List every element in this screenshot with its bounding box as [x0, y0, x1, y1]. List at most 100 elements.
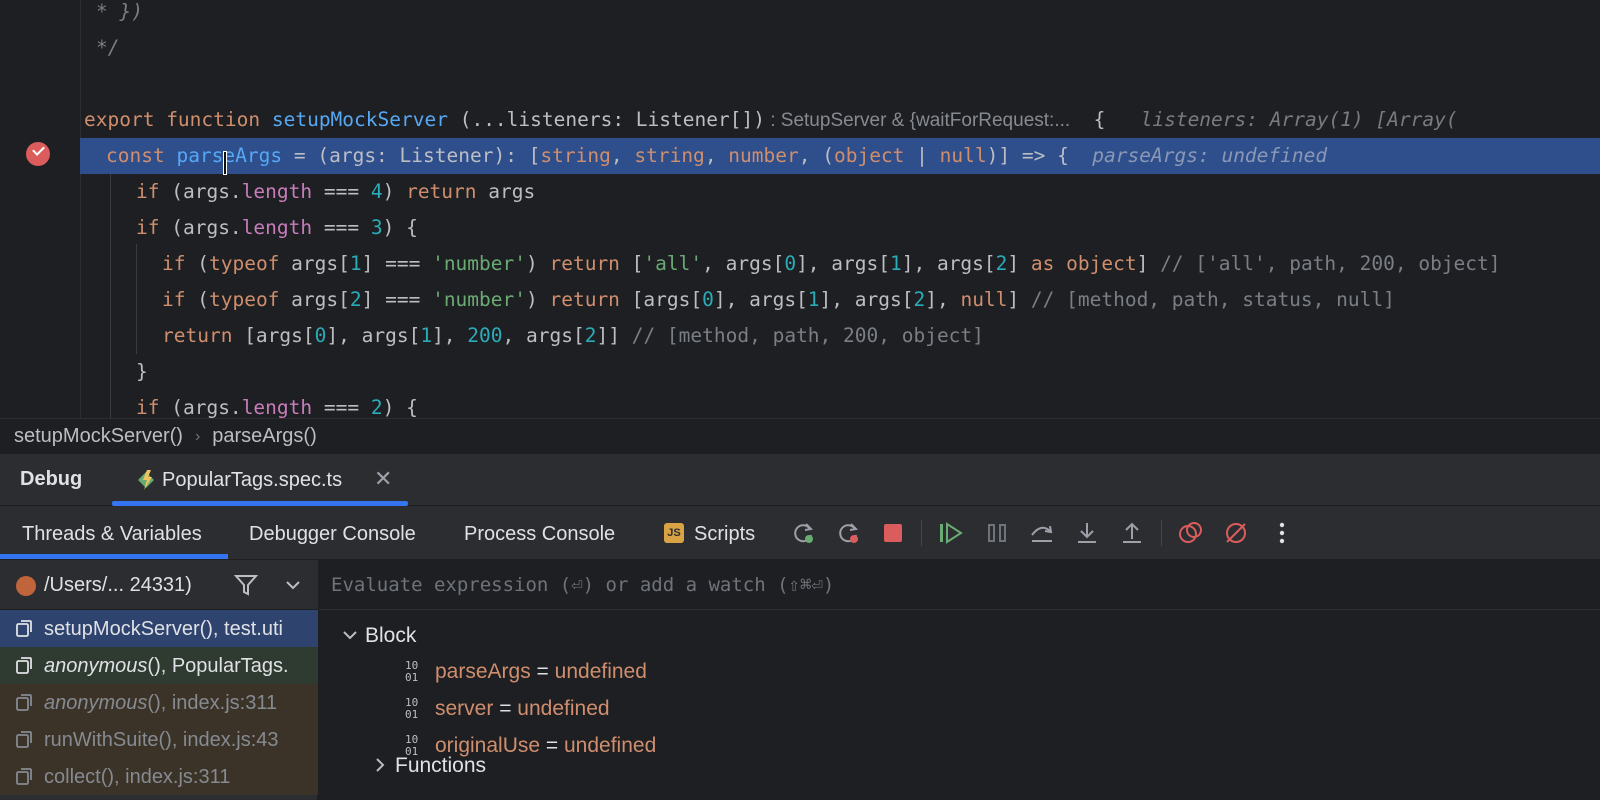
code-line[interactable]: return [args[0], args[1], 200, args[2]] …: [0, 318, 1600, 354]
rerun-failed-icon[interactable]: [834, 519, 862, 547]
run-config-tab[interactable]: PopularTags.spec.ts ✕: [112, 454, 408, 506]
code-line-current[interactable]: const parseArgs = (args: Listener): [str…: [80, 138, 1600, 174]
thread-status-icon: [16, 576, 36, 596]
code-token: */: [96, 36, 120, 59]
stack-frame[interactable]: collect(), index.js:311: [0, 758, 318, 795]
breadcrumb-item-parseargs[interactable]: parseArgs(): [212, 425, 316, 448]
tab-debugger-console[interactable]: Debugger Console: [249, 523, 416, 546]
evaluate-expression-field[interactable]: Evaluate expression (⏎) or add a watch (…: [319, 560, 1600, 610]
step-into-icon[interactable]: [1073, 519, 1101, 547]
tab-process-console[interactable]: Process Console: [464, 523, 615, 546]
code-token: ===: [312, 396, 371, 418]
chevron-down-icon[interactable]: [341, 626, 359, 644]
code-token: (args.: [171, 216, 242, 239]
code-editor[interactable]: * }) */ export function setupMockServer (.…: [0, 0, 1600, 418]
variable-row[interactable]: 10 01 originalUse = undefined: [405, 728, 1005, 765]
run-tab-label: PopularTags.spec.ts: [162, 469, 343, 491]
chevron-down-icon[interactable]: [284, 576, 302, 594]
variable-name: server: [435, 697, 494, 720]
code-token: ] ===: [361, 288, 433, 311]
code-text: }: [136, 354, 148, 390]
tab-scripts[interactable]: Scripts: [694, 523, 755, 546]
code-line[interactable]: }: [0, 354, 1600, 390]
step-over-icon[interactable]: [1028, 519, 1056, 547]
step-out-icon[interactable]: [1118, 519, 1146, 547]
breakpoint-icon[interactable]: [26, 142, 50, 166]
filter-icon[interactable]: [234, 573, 258, 597]
code-token: args: [488, 180, 536, 203]
code-text: if (args.length === 4) return args: [136, 174, 535, 210]
variable-text: server = undefined: [435, 697, 610, 721]
code-line[interactable]: if (args.length === 4) return args: [0, 174, 1600, 210]
stack-frame-label: anonymous(), index.js:311: [44, 692, 277, 715]
code-line[interactable]: if (args.length === 2) {: [0, 390, 1600, 418]
rerun-debug-icon[interactable]: [789, 519, 817, 547]
code-token: // [method, path, status, null]: [1030, 288, 1395, 311]
active-tab-indicator: [0, 554, 228, 559]
code-token: , args[: [502, 324, 585, 347]
stack-frame[interactable]: runWithSuite(), index.js:43: [0, 721, 318, 758]
code-token: ] ===: [361, 252, 433, 275]
thread-selector[interactable]: /Users/... 24331): [0, 560, 318, 610]
code-token: if: [136, 396, 172, 418]
stack-frame[interactable]: anonymous(), index.js:311: [0, 684, 318, 721]
code-line[interactable]: if (typeof args[2] === 'number') return …: [0, 282, 1600, 318]
more-options-icon[interactable]: [1268, 519, 1296, 547]
variable-row[interactable]: 10 01 parseArgs = undefined: [405, 654, 1005, 691]
code-token: ): [382, 180, 407, 203]
code-line[interactable]: [0, 66, 1600, 102]
code-text: return [args[0], args[1], 200, args[2]] …: [162, 318, 984, 354]
debug-toolbar: Threads & Variables Debugger Console Pro…: [0, 506, 1600, 560]
variable-row[interactable]: 10 01 server = undefined: [405, 691, 1005, 728]
stop-icon[interactable]: [879, 519, 907, 547]
frame-icon: [16, 620, 32, 637]
code-token: (: [197, 252, 209, 275]
code-token: * }): [96, 0, 143, 23]
code-token: 0: [702, 288, 714, 311]
code-line[interactable]: if (args.length === 3) {: [0, 210, 1600, 246]
pause-icon[interactable]: [983, 519, 1011, 547]
close-icon[interactable]: ✕: [374, 466, 392, 492]
code-token: null: [939, 144, 987, 167]
code-text: if (args.length === 2) {: [136, 390, 418, 418]
code-token: 2: [913, 288, 926, 311]
primitive-value-icon: 10 01: [405, 696, 419, 721]
frame-function-name: anonymous: [44, 692, 148, 714]
mute-breakpoints-icon[interactable]: [1222, 519, 1250, 547]
stack-frame-label: setupMockServer(), test.uti: [44, 618, 283, 641]
code-token: , args[: [702, 252, 785, 275]
code-token: ], args[: [901, 252, 996, 275]
view-breakpoints-icon[interactable]: [1177, 519, 1205, 547]
code-token: }: [136, 360, 148, 383]
debug-title: Debug: [20, 468, 83, 490]
frame-location: setupMockServer(), test.uti: [44, 618, 283, 640]
stack-frame[interactable]: setupMockServer(), test.uti: [0, 610, 318, 647]
code-token: if: [162, 288, 198, 311]
code-line[interactable]: export function setupMockServer (...list…: [0, 102, 1600, 138]
code-token: 200: [467, 324, 503, 347]
code-line[interactable]: */: [0, 30, 1600, 66]
frame-icon: [16, 694, 32, 711]
stack-frame[interactable]: anonymous(), PopularTags.: [0, 647, 318, 684]
code-token: 'all': [643, 252, 703, 275]
variable-text: parseArgs = undefined: [435, 660, 647, 684]
resume-icon[interactable]: [937, 519, 965, 547]
code-token: ]: [1007, 288, 1031, 311]
toolbar-separator: [1161, 520, 1162, 546]
breadcrumb-item-setupmockserver[interactable]: setupMockServer(): [14, 425, 183, 448]
frame-icon: [16, 657, 32, 674]
tab-threads-variables[interactable]: Threads & Variables: [22, 523, 202, 546]
chevron-right-icon[interactable]: [371, 756, 389, 774]
code-token: typeof: [208, 252, 292, 275]
code-token: number: [728, 144, 799, 167]
code-token: length: [241, 180, 313, 203]
code-token: [args[: [631, 288, 703, 311]
code-token: as: [1030, 252, 1067, 275]
code-line[interactable]: * }): [0, 0, 1600, 30]
code-line[interactable]: if (typeof args[1] === 'number') return …: [0, 246, 1600, 282]
code-token: args[: [291, 288, 350, 311]
code-token: ]: [1136, 252, 1161, 275]
code-token: ], args[: [713, 288, 808, 311]
breadcrumb: setupMockServer() › parseArgs(): [0, 418, 1600, 454]
code-token: (args: Listener): [: [317, 144, 541, 167]
